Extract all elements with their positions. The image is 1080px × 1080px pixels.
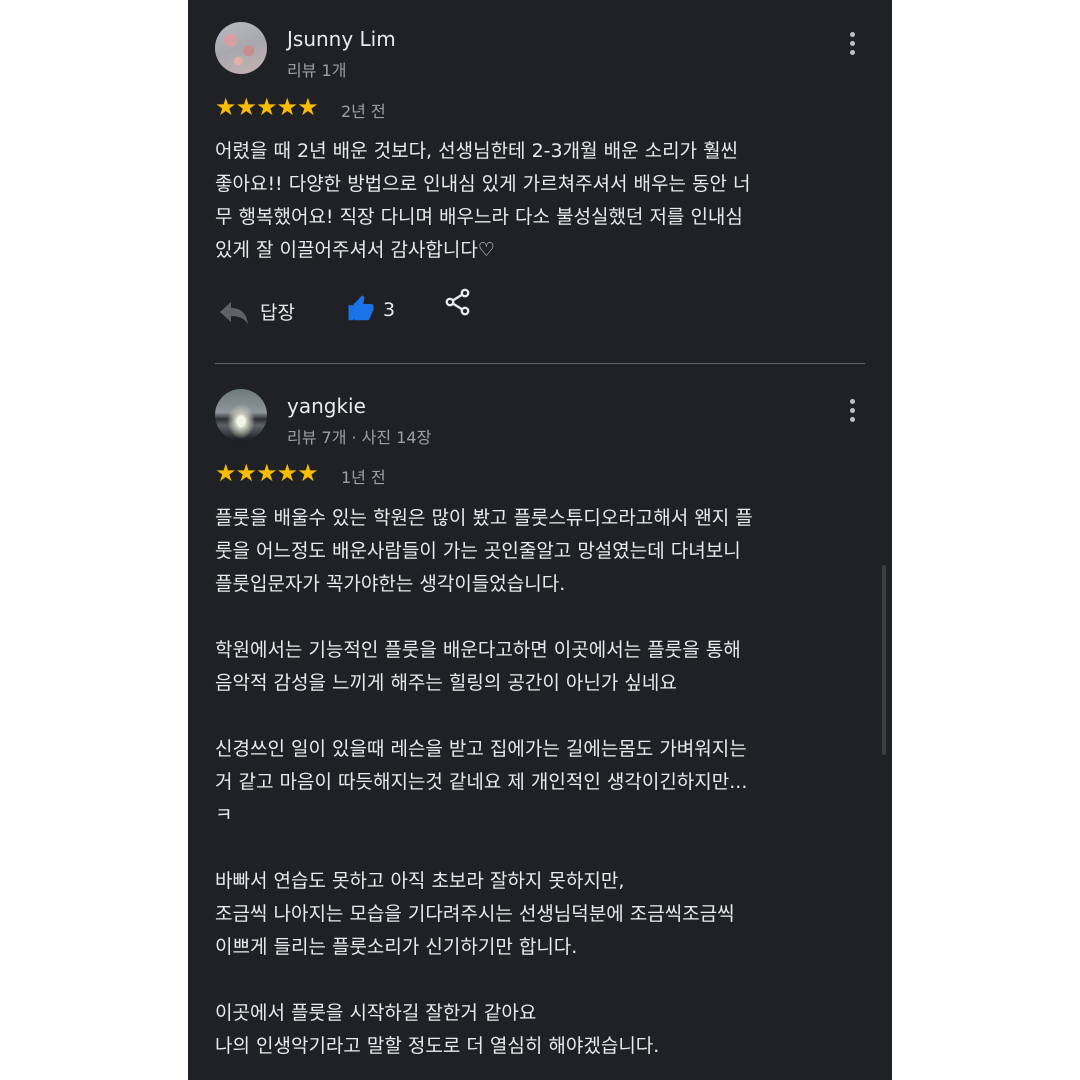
avatar[interactable] xyxy=(215,389,267,441)
reviewer-meta: 리뷰 1개 xyxy=(287,61,347,80)
reviewer-name[interactable]: yangkie xyxy=(287,394,366,418)
review-time: 1년 전 xyxy=(341,468,386,487)
reply-arrow-icon[interactable] xyxy=(218,298,250,330)
star-rating: ★★★★★ xyxy=(215,459,319,487)
review-time: 2년 전 xyxy=(341,102,386,121)
review-text: 플룻을 배울수 있는 학원은 많이 봤고 플룻스튜디오라고해서 왠지 플 룻을 … xyxy=(215,507,753,1057)
share-icon[interactable] xyxy=(445,288,471,320)
review-actions: 답장 3 xyxy=(188,288,892,332)
reviewer-meta: 리뷰 7개 · 사진 14장 xyxy=(287,428,432,447)
reviewer-name[interactable]: Jsunny Lim xyxy=(287,27,396,51)
reply-button[interactable]: 답장 xyxy=(260,298,295,325)
avatar[interactable] xyxy=(215,22,267,74)
thumbs-up-icon[interactable] xyxy=(346,294,376,328)
review-text: 어렸을 때 2년 배운 것보다, 선생님한테 2-3개월 배운 소리가 훨씬 좋… xyxy=(215,140,751,261)
star-rating: ★★★★★ xyxy=(215,93,319,121)
more-vert-icon[interactable] xyxy=(842,32,862,58)
more-vert-icon[interactable] xyxy=(842,399,862,425)
like-count: 3 xyxy=(383,299,396,321)
reviews-panel: Jsunny Lim 리뷰 1개 ★★★★★ 2년 전 어렸을 때 2년 배운 … xyxy=(188,0,892,1080)
scrollbar[interactable] xyxy=(882,565,886,755)
review-divider xyxy=(215,363,865,364)
